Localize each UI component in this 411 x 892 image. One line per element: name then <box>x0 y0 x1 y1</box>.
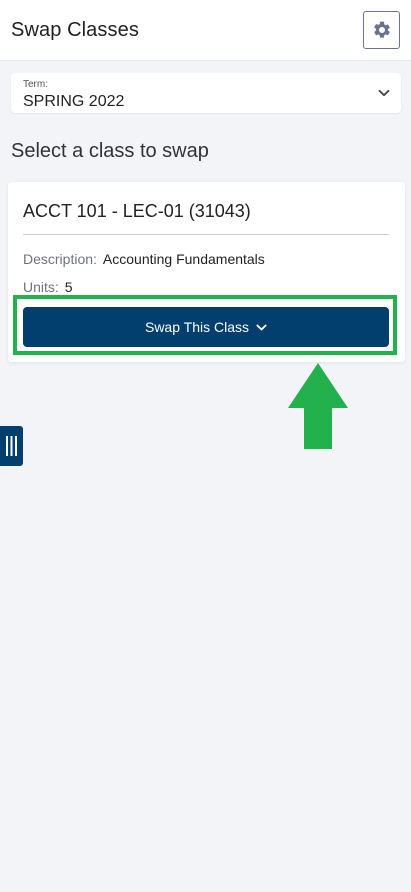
description-value: Accounting Fundamentals <box>102 251 265 267</box>
menu-bars-icon <box>6 436 17 456</box>
units-value: 5 <box>64 279 73 295</box>
side-panel-toggle[interactable] <box>0 426 23 466</box>
card-divider <box>23 234 389 235</box>
app-header: Swap Classes <box>0 0 411 61</box>
chevron-down-icon <box>256 324 267 330</box>
units-label: Units: <box>23 279 59 295</box>
gear-icon <box>373 21 390 38</box>
term-label: Term: <box>23 79 48 90</box>
chevron-down-icon <box>378 89 390 97</box>
swap-button-label: Swap This Class <box>144 319 249 335</box>
page-title: Swap Classes <box>11 19 139 41</box>
term-value: SPRING 2022 <box>23 93 125 110</box>
settings-button[interactable] <box>363 11 400 49</box>
description-row: Description: Accounting Fundamentals <box>23 251 265 267</box>
units-row: Units: 5 <box>23 279 73 295</box>
term-select[interactable]: Term: SPRING 2022 <box>11 73 401 113</box>
up-arrow-annotation-icon <box>288 363 348 449</box>
class-title: ACCT 101 - LEC-01 (31043) <box>23 201 251 221</box>
section-heading: Select a class to swap <box>11 140 209 162</box>
description-label: Description: <box>23 251 97 267</box>
swap-this-class-button[interactable]: Swap This Class <box>23 307 389 347</box>
